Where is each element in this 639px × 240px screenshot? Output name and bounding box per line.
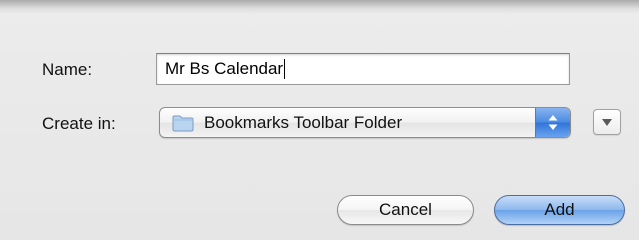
create-in-label: Create in: [42,114,116,133]
name-input[interactable]: Mr Bs Calendar [156,53,570,85]
name-label: Name: [42,60,93,79]
cancel-button[interactable]: Cancel [337,195,474,225]
expand-folder-button[interactable] [593,109,621,135]
chevron-down-icon [602,119,612,126]
sheet-top-shadow [0,0,639,14]
text-caret [284,59,286,79]
name-input-value: Mr Bs Calendar [165,59,284,78]
add-bookmark-dialog: Name: Mr Bs Calendar Create in: Bookmark… [0,0,639,240]
add-button[interactable]: Add [494,195,625,225]
folder-select-value: Bookmarks Toolbar Folder [204,113,403,132]
up-down-arrows-icon[interactable] [535,108,570,137]
folder-icon [172,115,194,132]
folder-select[interactable]: Bookmarks Toolbar Folder [159,107,571,138]
